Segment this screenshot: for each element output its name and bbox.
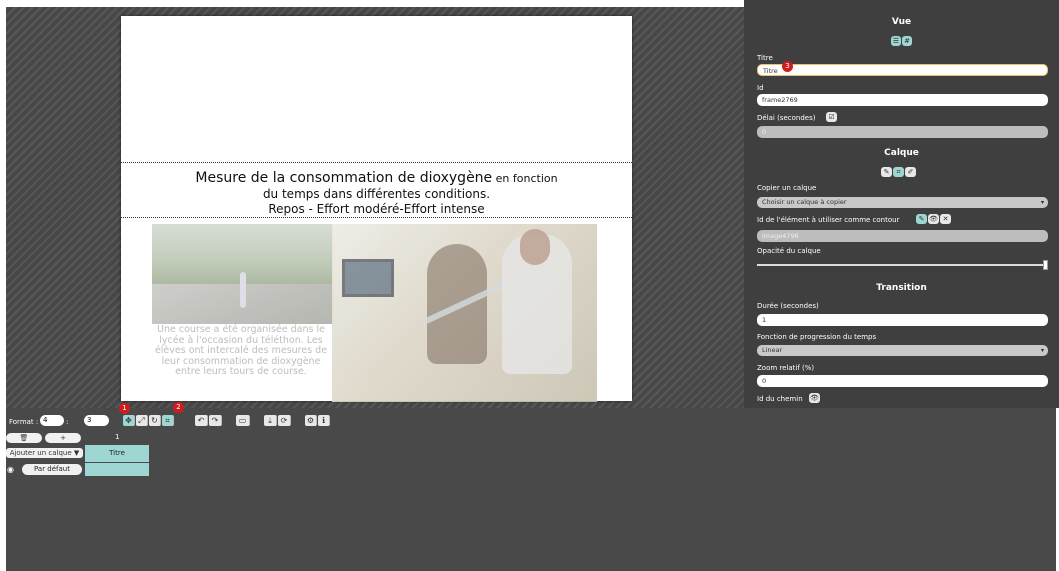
id-label: Id <box>757 84 764 92</box>
copier-label: Copier un calque <box>757 184 817 192</box>
fonction-label: Fonction de progression du temps <box>757 333 877 341</box>
contour-label: Id de l'élément à utiliser comme contour <box>757 216 900 224</box>
fonction-select-value: Linear <box>762 346 783 354</box>
photo-race[interactable] <box>152 224 333 324</box>
info-icon[interactable]: ℹ <box>318 415 330 426</box>
chevron-down-icon: ▼ <box>73 449 80 457</box>
chemin-label: Id du chemin <box>757 395 803 403</box>
download-icon[interactable]: ⤓ <box>264 415 277 426</box>
contour-edit-icon[interactable]: ✎ <box>916 214 927 224</box>
calque-eraser-icon[interactable]: ✐ <box>905 167 916 177</box>
transition-heading: Transition <box>876 283 927 293</box>
chevron-down-icon: ▾ <box>1040 347 1044 354</box>
photo-race-runner <box>240 272 246 308</box>
badge-3: 3 <box>782 61 793 72</box>
format-label: Format : <box>9 418 39 426</box>
chevron-down-icon: ▾ <box>1040 199 1044 206</box>
format-width-input[interactable]: 4 <box>40 415 64 426</box>
duree-label: Durée (secondes) <box>757 302 819 310</box>
redo-icon[interactable]: ↷ <box>209 415 222 426</box>
slide-title-suffix: en fonction <box>492 172 558 185</box>
slide-title-main: Mesure de la consommation de dioxygène <box>195 170 493 186</box>
slide-frame[interactable]: Mesure de la consommation de dioxygène e… <box>121 16 632 402</box>
duree-input[interactable]: 1 <box>757 314 1048 326</box>
list-view-icon[interactable]: ☰ <box>891 36 901 46</box>
timeline-panel: Format : 4 : 3 ✥ ⤢ ↻ ⌗ ↶ ↷ ▭ ⤓ ⟳ ⚙ ℹ 1 2… <box>6 402 1056 571</box>
format-separator: : <box>66 418 69 426</box>
resize-tool-icon[interactable]: ⤢ <box>136 415 148 426</box>
badge-1: 1 <box>119 403 130 414</box>
contour-eye-icon[interactable]: 👁 <box>928 214 939 224</box>
slide-title[interactable]: Mesure de la consommation de dioxygène e… <box>121 170 632 217</box>
delai-checkbox-icon[interactable]: ☑ <box>826 112 837 122</box>
refresh-icon[interactable]: ⟳ <box>278 415 291 426</box>
grid-view-icon[interactable]: # <box>902 36 912 46</box>
contour-input[interactable]: image4796 <box>757 230 1048 242</box>
id-input[interactable]: frame2769 <box>757 94 1048 106</box>
undo-icon[interactable]: ↶ <box>195 415 208 426</box>
opacite-slider-thumb[interactable] <box>1043 260 1048 270</box>
copier-select[interactable]: Choisir un calque à copier ▾ <box>757 197 1048 208</box>
preview-icon[interactable]: ▭ <box>236 415 250 426</box>
frame-border-bottom <box>121 217 632 218</box>
calque-heading: Calque <box>884 148 919 158</box>
photo-student-head <box>520 229 550 265</box>
delai-input[interactable]: 0 <box>757 126 1048 138</box>
slide-title-line2: du temps dans différentes conditions. <box>262 187 491 201</box>
properties-panel: Vue ☰ # Titre Titre Id frame2769 Délai (… <box>744 0 1059 408</box>
titre-label: Titre <box>757 54 773 62</box>
slide-title-line3: Repos - Effort modéré-Effort intense <box>268 202 485 216</box>
fonction-select[interactable]: Linear ▾ <box>757 345 1048 356</box>
eye-icon[interactable]: ◉ <box>7 465 14 474</box>
calque-link-icon[interactable]: ✎ <box>881 167 892 177</box>
frame-column-title[interactable]: Titre <box>85 445 149 462</box>
vue-heading: Vue <box>891 17 912 27</box>
calque-crop-icon[interactable]: ⌗ <box>893 167 904 177</box>
delai-label: Délai (secondes) <box>757 114 816 122</box>
photo-measurement[interactable] <box>332 224 597 402</box>
move-tool-icon[interactable]: ✥ <box>123 415 135 426</box>
titre-input[interactable]: Titre <box>757 64 1048 76</box>
contour-close-icon[interactable]: ✕ <box>940 214 951 224</box>
add-layer-select[interactable]: Ajouter un calque ▼ <box>6 448 83 458</box>
frame-border-top <box>121 162 632 163</box>
layer-name[interactable]: Par défaut <box>22 464 82 475</box>
add-layer-label: Ajouter un calque <box>9 449 72 457</box>
rotate-tool-icon[interactable]: ↻ <box>149 415 161 426</box>
zoom-label: Zoom relatif (%) <box>757 364 815 372</box>
delete-icon[interactable]: 🗑 <box>6 433 42 443</box>
opacite-slider-track[interactable] <box>757 264 1048 266</box>
canvas-stage[interactable]: Mesure de la consommation de dioxygène e… <box>6 7 744 408</box>
layer-frame-cell[interactable] <box>85 463 149 476</box>
badge-2: 2 <box>173 402 184 413</box>
add-frame-button[interactable]: + <box>45 433 81 443</box>
photo-monitor <box>342 259 394 297</box>
chemin-eye-icon[interactable]: 👁 <box>809 393 820 403</box>
crop-tool-icon[interactable]: ⌗ <box>162 415 174 426</box>
frame-number: 1 <box>115 433 120 441</box>
format-height-input[interactable]: 3 <box>84 415 109 426</box>
settings-icon[interactable]: ⚙ <box>305 415 317 426</box>
slide-caption[interactable]: Une course a été organisée dans le lycée… <box>148 324 334 378</box>
copier-select-value: Choisir un calque à copier <box>762 198 847 206</box>
zoom-input[interactable]: 0 <box>757 375 1048 387</box>
opacite-label: Opacité du calque <box>757 247 821 255</box>
